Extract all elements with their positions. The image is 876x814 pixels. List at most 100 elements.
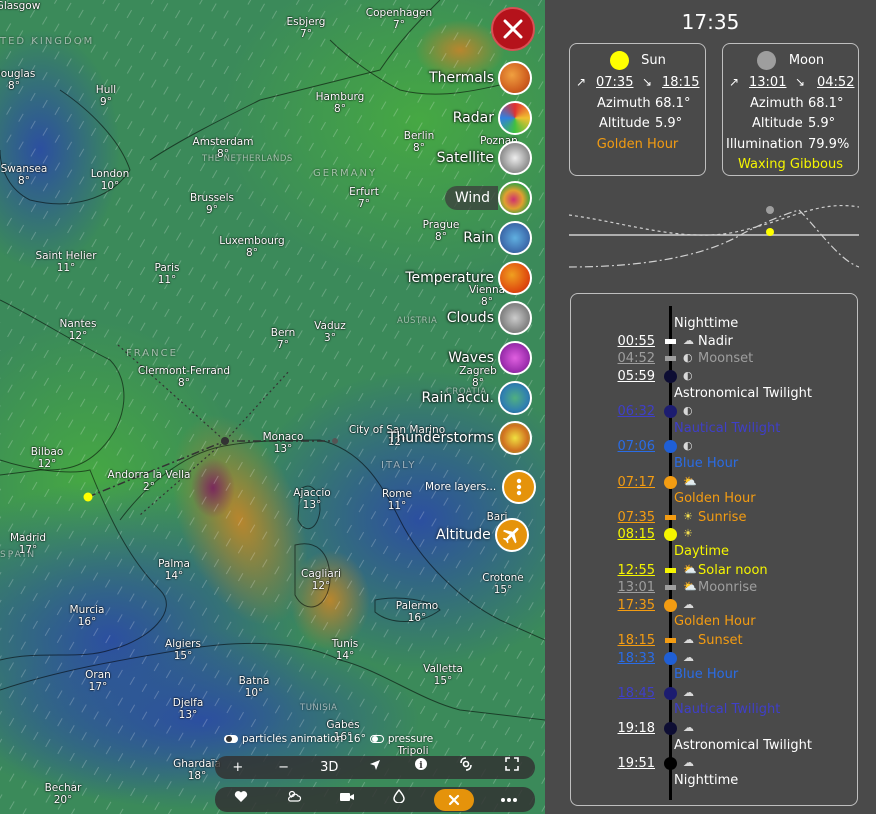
- cloud-icon: ☁: [683, 756, 694, 769]
- layer-temperature[interactable]: Temperature: [405, 260, 532, 296]
- moonrise-time[interactable]: 13:01: [749, 75, 786, 90]
- timeline-time[interactable]: 18:15: [593, 634, 655, 648]
- timeline-time[interactable]: 06:32: [593, 405, 655, 419]
- timeline-event-label: Moonset: [698, 351, 754, 366]
- thermals-icon: [498, 61, 532, 95]
- country-label-germany: GERMANY: [313, 168, 378, 179]
- location-arrow-icon: [369, 759, 380, 770]
- cloud-moon-icon: ☁: [683, 334, 694, 347]
- sun-altitude-label: Altitude: [599, 116, 650, 131]
- close-button[interactable]: [491, 7, 535, 51]
- fullscreen-button[interactable]: [494, 757, 530, 778]
- fullscreen-icon: [505, 757, 519, 771]
- 3d-button[interactable]: 3D: [311, 758, 347, 778]
- city-label: Batna 10°: [238, 675, 270, 699]
- temperature-icon: [498, 261, 532, 295]
- timeline-time[interactable]: 07:35: [593, 511, 655, 525]
- city-label: Oran 17°: [85, 669, 111, 693]
- layer-rain[interactable]: Rain: [463, 220, 532, 256]
- timeline-time[interactable]: 05:59: [593, 370, 655, 384]
- close-x-icon: [448, 794, 460, 805]
- sun-moon-button[interactable]: [433, 788, 474, 811]
- sunrise-time[interactable]: 07:35: [596, 75, 633, 90]
- timeline-time[interactable]: 18:33: [593, 652, 655, 666]
- city-label: Paris 11°: [154, 262, 180, 286]
- moon-icon: ◐: [683, 369, 693, 382]
- timeline-time[interactable]: 19:51: [593, 757, 655, 771]
- wind-icon: [498, 181, 532, 215]
- hurricane-button[interactable]: [448, 757, 484, 778]
- layer-rain-accu[interactable]: Rain accu.: [421, 380, 532, 416]
- locate-button[interactable]: [357, 758, 393, 778]
- timeline-time[interactable]: 17:35: [593, 599, 655, 613]
- sun-icon: ☀: [683, 510, 693, 523]
- weather-map[interactable]: TED KINGDOM THE NETHERLANDS GERMANY FRAN…: [0, 0, 545, 814]
- cloud-sun-icon: [288, 790, 302, 802]
- pressure-toggle[interactable]: [369, 735, 384, 743]
- timeline-time[interactable]: 12:55: [593, 564, 655, 578]
- timeline-time[interactable]: 07:06: [593, 440, 655, 454]
- layer-thermals[interactable]: Thermals: [429, 60, 532, 96]
- timeline-time[interactable]: 07:17: [593, 476, 655, 490]
- city-label: Rome 11°: [382, 488, 412, 512]
- country-label-italy: ITALY: [381, 460, 417, 471]
- city-label: Amsterdam 8°: [192, 136, 254, 160]
- timeline-time[interactable]: 04:52: [593, 352, 655, 366]
- animation-toggles: particles animation 16° pressure: [224, 733, 433, 745]
- city-label: Glasgow: [0, 0, 41, 12]
- favorites-button[interactable]: [223, 790, 259, 810]
- timeline-time[interactable]: 19:18: [593, 722, 655, 736]
- timeline-time[interactable]: 18:45: [593, 687, 655, 701]
- cloud-icon: ☁: [683, 686, 694, 699]
- air-quality-button[interactable]: [381, 788, 417, 810]
- timeline-dot: [664, 722, 677, 735]
- info-icon: i: [414, 758, 427, 771]
- sun-position-marker: [766, 228, 774, 236]
- droplet-icon: [393, 788, 405, 804]
- more-vertical-icon: [502, 470, 537, 504]
- timeline-time[interactable]: 08:15: [593, 528, 655, 542]
- layer-thunderstorms[interactable]: Thunderstorms: [388, 420, 532, 456]
- layer-satellite[interactable]: Satellite: [437, 140, 532, 176]
- timeline-time[interactable]: 13:01: [593, 581, 655, 595]
- layer-clouds[interactable]: Clouds: [447, 300, 532, 336]
- timeline-tick: [665, 356, 676, 361]
- info-button[interactable]: i: [403, 757, 439, 778]
- more-layers-button[interactable]: More layers...: [425, 470, 537, 504]
- city-label: Prague 8°: [422, 219, 460, 243]
- timeline-phase-label: Blue Hour: [674, 456, 739, 471]
- timeline-tick: [665, 568, 676, 573]
- layer-waves[interactable]: Waves: [448, 340, 532, 376]
- timeline-time[interactable]: 00:55: [593, 335, 655, 349]
- webcams-button[interactable]: [329, 790, 365, 810]
- city-label: Andorra la Vella 2°: [107, 469, 191, 493]
- timeline-phase-label: Astronomical Twilight: [674, 738, 812, 753]
- sun-moon-panel: 17:35 Sun ↗ 07:35 ↘ 18:15 Azimuth 68.1° …: [545, 0, 876, 814]
- sun-path: [569, 209, 859, 268]
- sunset-time[interactable]: 18:15: [662, 75, 699, 90]
- layer-wind[interactable]: Wind: [444, 180, 532, 216]
- moonset-time[interactable]: 04:52: [817, 75, 854, 90]
- city-label: Luxembourg 8°: [219, 235, 285, 259]
- moon-phase: Waxing Gibbous: [737, 157, 844, 172]
- zoom-out-button[interactable]: −: [266, 758, 302, 778]
- timeline-tick: [665, 339, 676, 344]
- heart-icon: [235, 790, 248, 802]
- particles-animation-toggle[interactable]: [224, 735, 238, 743]
- layer-radar[interactable]: Radar: [453, 100, 532, 136]
- zoom-in-button[interactable]: +: [220, 758, 256, 778]
- sun-card: Sun ↗ 07:35 ↘ 18:15 Azimuth 68.1° Altitu…: [569, 43, 706, 176]
- more-button[interactable]: [491, 790, 527, 810]
- weather-button[interactable]: [276, 789, 312, 810]
- city-label: Erfurt 7°: [349, 186, 379, 210]
- sun-status: Golden Hour: [596, 137, 679, 152]
- altitude-button[interactable]: Altitude: [436, 518, 529, 552]
- city-label: Palma 14°: [158, 558, 190, 582]
- city-label: Palermo 16°: [395, 600, 439, 624]
- timeline-dot: [664, 440, 677, 453]
- city-label: Madrid 17°: [9, 532, 47, 556]
- moon-azimuth-label: Azimuth: [750, 96, 804, 111]
- moon-altitude-label: Altitude: [752, 116, 803, 131]
- city-label: Douglas8°: [0, 68, 36, 92]
- moon-icon: ◐: [683, 439, 693, 452]
